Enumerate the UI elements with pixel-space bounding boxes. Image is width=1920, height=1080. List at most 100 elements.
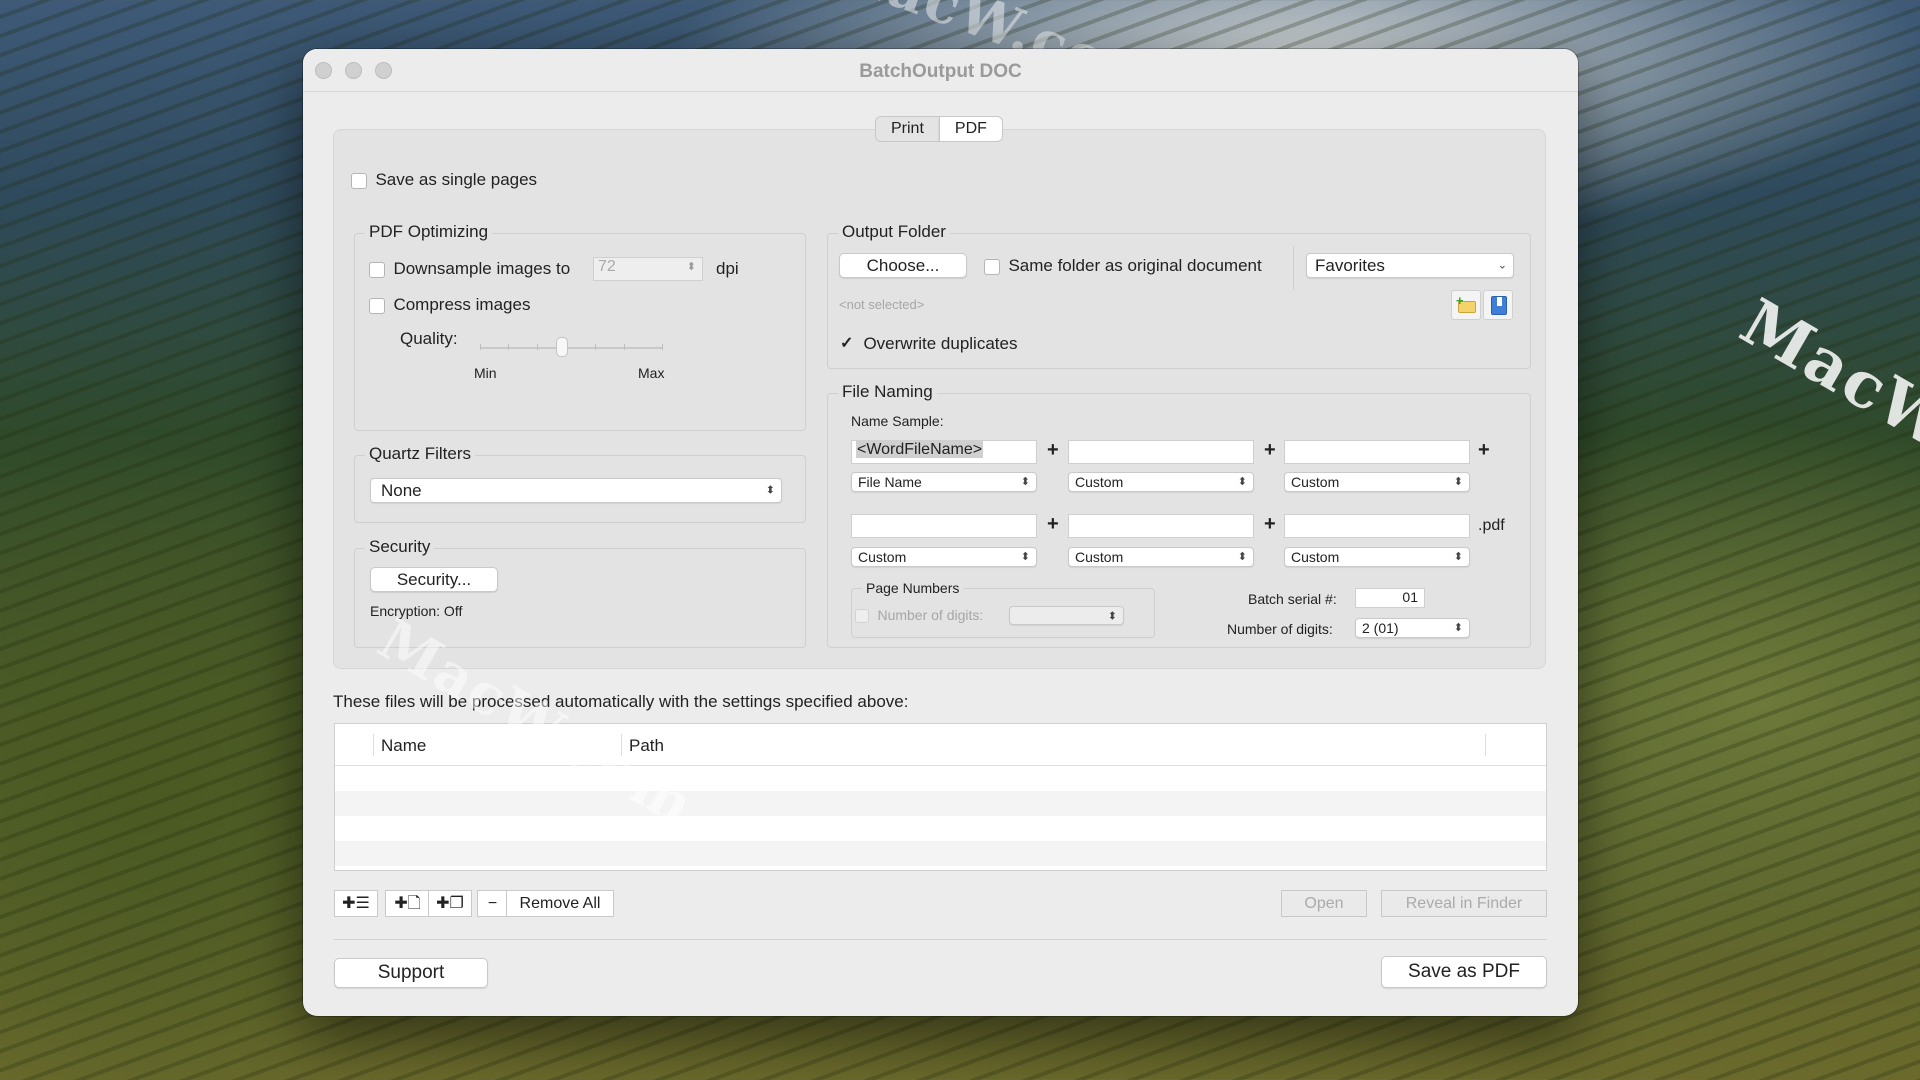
support-button[interactable]: Support	[334, 958, 488, 988]
plus-icon: +	[1478, 439, 1490, 461]
open-button[interactable]: Open	[1281, 890, 1367, 917]
choose-folder-button[interactable]: Choose...	[839, 253, 967, 278]
name-part-select-5[interactable]: Custom ⬍	[1068, 547, 1254, 567]
page-digits-select[interactable]: ⬍	[1009, 606, 1124, 625]
compress-row[interactable]: Compress images	[369, 295, 530, 315]
select-value: Custom	[1291, 549, 1340, 565]
tab-print[interactable]: Print	[876, 117, 939, 141]
quality-label: Quality:	[400, 329, 458, 348]
favorites-value: Favorites	[1315, 256, 1385, 275]
name-part-field-2[interactable]	[1068, 440, 1254, 464]
same-folder-label: Same folder as original document	[1008, 256, 1262, 275]
output-folder-title: Output Folder	[838, 222, 950, 242]
save-single-pages-checkbox[interactable]	[351, 172, 367, 189]
minus-icon: −	[487, 895, 498, 912]
chevron-updown-icon: ⬍	[1237, 476, 1247, 488]
add-files-button[interactable]: ✚❐	[428, 890, 472, 917]
downsample-label: Downsample images to	[393, 259, 571, 278]
footer-divider	[334, 939, 1547, 940]
security-title: Security	[365, 537, 435, 557]
security-button[interactable]: Security...	[370, 567, 498, 592]
name-part-field-4[interactable]	[851, 514, 1037, 538]
name-part-select-2[interactable]: Custom ⬍	[1068, 472, 1254, 492]
add-files-icon: ✚❐	[436, 895, 464, 912]
dpi-label: dpi	[716, 259, 739, 278]
encryption-status: Encryption: Off	[370, 603, 463, 619]
stepper-arrows-icon[interactable]: ⬍	[687, 260, 696, 273]
slider-tick	[508, 344, 509, 350]
bookmark-folder-icon[interactable]	[1483, 290, 1513, 320]
save-as-pdf-button[interactable]: Save as PDF	[1381, 956, 1547, 988]
name-part-field-5[interactable]	[1068, 514, 1254, 538]
quality-slider-knob[interactable]	[555, 337, 568, 357]
new-folder-icon[interactable]: +	[1451, 290, 1481, 320]
save-single-pages-row[interactable]: Save as single pages	[351, 170, 537, 190]
quartz-filters-group: Quartz Filters None ⬍	[354, 444, 806, 523]
name-part-field-1[interactable]: <WordFileName>	[851, 440, 1037, 464]
mode-tabs: Print PDF	[875, 116, 1003, 142]
name-part-field-3[interactable]	[1284, 440, 1470, 464]
compress-checkbox[interactable]	[369, 297, 385, 314]
save-single-pages-label: Save as single pages	[375, 170, 538, 189]
chevron-updown-icon: ⬍	[1453, 476, 1463, 488]
slider-tick	[662, 344, 663, 350]
chevron-updown-icon: ⬍	[765, 484, 775, 496]
add-list-icon: ✚☰	[342, 895, 370, 912]
name-part-select-1[interactable]: File Name ⬍	[851, 472, 1037, 492]
name-sample-label: Name Sample:	[851, 413, 944, 429]
slider-tick	[537, 344, 538, 350]
name-part-select-4[interactable]: Custom ⬍	[851, 547, 1037, 567]
reveal-in-finder-button[interactable]: Reveal in Finder	[1381, 890, 1547, 917]
favorites-select[interactable]: Favorites ⌄	[1306, 253, 1514, 278]
dpi-stepper-field[interactable]: 72 ⬍	[593, 257, 703, 281]
name-part-select-6[interactable]: Custom ⬍	[1284, 547, 1470, 567]
output-folder-group: Output Folder Choose... Same folder as o…	[827, 222, 1531, 369]
table-row	[335, 816, 1546, 841]
page-digits-checkbox[interactable]	[855, 608, 869, 623]
chevron-updown-icon: ⬍	[1107, 610, 1117, 622]
files-table[interactable]: Name Path	[334, 723, 1547, 871]
file-naming-group: File Naming Name Sample: <WordFileName> …	[827, 382, 1531, 648]
table-row	[335, 766, 1546, 791]
chevron-updown-icon: ⬍	[1237, 551, 1247, 563]
page-numbers-title: Page Numbers	[862, 580, 964, 596]
remove-all-button[interactable]: Remove All	[506, 890, 614, 917]
app-window: BatchOutput DOC Save as single pages PDF…	[303, 49, 1578, 1016]
same-folder-checkbox[interactable]	[984, 258, 1000, 275]
security-group: Security Security... Encryption: Off	[354, 537, 806, 648]
column-path[interactable]: Path	[629, 736, 664, 756]
overwrite-label: Overwrite duplicates	[863, 334, 1018, 353]
files-caption: These files will be processed automatica…	[333, 692, 909, 711]
add-file-button[interactable]: ✚🗋	[385, 890, 429, 917]
downsample-checkbox[interactable]	[369, 261, 385, 278]
same-folder-row[interactable]: Same folder as original document	[984, 256, 1262, 276]
page-numbers-group: Page Numbers Number of digits: ⬍	[851, 580, 1155, 638]
chevron-updown-icon: ⬍	[1453, 551, 1463, 563]
chevron-updown-icon: ⬍	[1453, 622, 1463, 634]
plus-icon: +	[1264, 439, 1276, 461]
overwrite-checkbox[interactable]	[839, 333, 855, 353]
overwrite-row[interactable]: Overwrite duplicates	[839, 333, 1018, 354]
batch-serial-label: Batch serial #:	[1248, 591, 1337, 607]
quartz-filters-title: Quartz Filters	[365, 444, 476, 464]
serial-digits-label: Number of digits:	[1227, 621, 1333, 637]
tab-pdf[interactable]: PDF	[938, 117, 1002, 141]
watermark: MacW.com	[1728, 284, 1920, 551]
select-value: Custom	[1075, 549, 1124, 565]
remove-button[interactable]: −	[477, 890, 507, 917]
name-part-select-3[interactable]: Custom ⬍	[1284, 472, 1470, 492]
column-name[interactable]: Name	[381, 736, 426, 756]
compress-label: Compress images	[393, 295, 531, 314]
batch-serial-field[interactable]: 01	[1355, 588, 1425, 608]
page-digits-row[interactable]: Number of digits:	[855, 607, 983, 625]
folder-path-placeholder: <not selected>	[839, 297, 925, 312]
downsample-row[interactable]: Downsample images to	[369, 259, 570, 279]
pdf-optimizing-group: PDF Optimizing Downsample images to 72 ⬍…	[354, 222, 806, 431]
plus-icon: +	[1047, 513, 1059, 535]
serial-digits-select[interactable]: 2 (01) ⬍	[1355, 618, 1470, 638]
column-separator	[621, 734, 622, 756]
slider-tick	[480, 344, 481, 350]
name-part-field-6[interactable]	[1284, 514, 1470, 538]
quartz-filter-select[interactable]: None ⬍	[370, 478, 782, 503]
add-list-button[interactable]: ✚☰	[334, 890, 378, 917]
